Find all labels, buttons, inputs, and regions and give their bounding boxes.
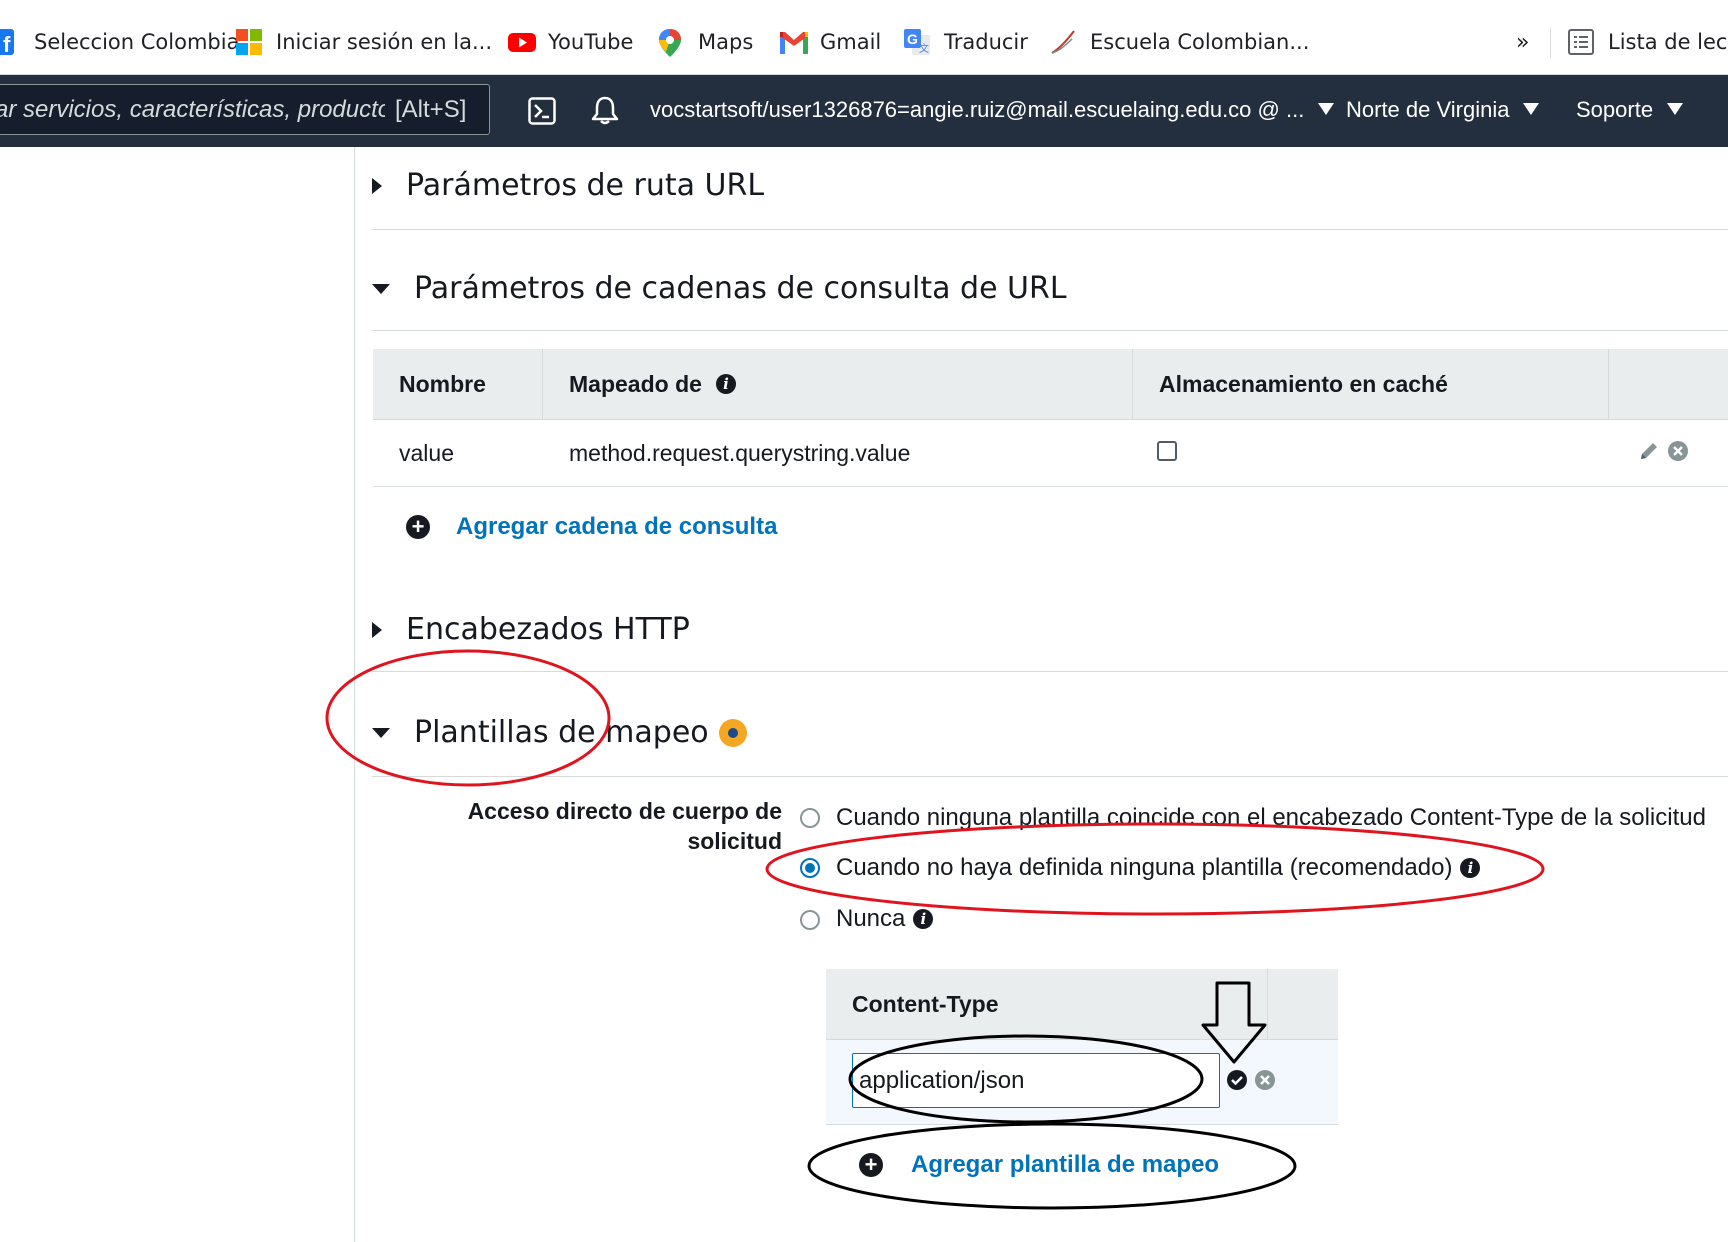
divider — [372, 671, 1728, 672]
maps-icon — [658, 29, 684, 57]
divider — [372, 229, 1728, 230]
bookmark-gmail[interactable]: Gmail — [780, 20, 881, 64]
add-query-string-button[interactable]: + Agregar cadena de consulta — [406, 513, 777, 541]
info-icon[interactable]: i — [913, 909, 934, 929]
radio-when-no-match[interactable] — [800, 808, 820, 828]
microsoft-icon — [236, 29, 262, 55]
column-header-name: Nombre — [373, 349, 543, 419]
left-panel-divider — [354, 147, 355, 1242]
query-param-name: value — [399, 439, 454, 466]
confirm-check-icon[interactable] — [1226, 1069, 1248, 1096]
status-dot-icon — [718, 718, 747, 747]
info-icon[interactable]: i — [715, 374, 736, 394]
bookmark-iniciar-sesion[interactable]: Iniciar sesión en la... — [236, 20, 492, 64]
bookmarks-divider — [1550, 28, 1551, 58]
radio-label-never: Nunca i — [836, 905, 934, 933]
caret-down-icon — [1667, 103, 1684, 115]
section-path-params[interactable]: Parámetros de ruta URL — [372, 168, 764, 203]
account-menu[interactable]: vocstartsoft/user1326876=angie.ruiz@mail… — [650, 97, 1335, 123]
translate-icon: G文 — [904, 29, 930, 55]
region-menu[interactable]: Norte de Virginia — [1346, 97, 1540, 123]
bookmark-escuela[interactable]: Escuela Colombian... — [1050, 20, 1309, 64]
add-icon: + — [406, 515, 430, 539]
pencil-icon[interactable] — [1638, 440, 1660, 467]
passthrough-label: Acceso directo de cuerpo de solicitud — [467, 798, 782, 854]
radio-label-when-no-templates: Cuando no haya definida ninguna plantill… — [836, 854, 1481, 882]
bookmarks-bar: f Seleccion Colombia Iniciar sesión en l… — [0, 0, 1728, 75]
search-shortcut: [Alt+S] — [395, 95, 467, 123]
content-type-input[interactable] — [852, 1053, 1220, 1108]
column-header-caching: Almacenamiento en caché — [1133, 349, 1609, 419]
column-header-mapped-from: Mapeado de i — [543, 349, 1133, 419]
bookmark-youtube[interactable]: YouTube — [508, 20, 633, 64]
section-http-headers[interactable]: Encabezados HTTP — [372, 612, 690, 647]
expand-right-icon — [372, 177, 382, 194]
svg-text:文: 文 — [919, 42, 929, 55]
svg-text:G: G — [907, 31, 918, 47]
cancel-icon[interactable] — [1254, 1069, 1276, 1096]
gmail-icon — [780, 29, 808, 55]
caret-down-icon — [1523, 103, 1540, 115]
cloudshell-icon[interactable] — [528, 97, 556, 130]
section-query-params[interactable]: Parámetros de cadenas de consulta de URL — [372, 271, 1067, 306]
add-icon: + — [859, 1153, 883, 1177]
bookmark-traducir[interactable]: G文 Traducir — [904, 20, 1028, 64]
facebook-icon: f — [0, 29, 20, 57]
radio-never[interactable] — [800, 910, 820, 930]
query-param-mapped-from: method.request.querystring.value — [569, 439, 911, 466]
youtube-icon — [508, 29, 536, 55]
info-icon[interactable]: i — [1460, 858, 1481, 878]
bookmark-maps[interactable]: Maps — [658, 20, 753, 64]
expand-right-icon — [372, 621, 382, 638]
collapse-down-icon — [372, 283, 390, 294]
remove-icon[interactable] — [1667, 440, 1689, 467]
column-header-content-type: Content-Type — [826, 969, 1268, 1039]
support-menu[interactable]: Soporte — [1576, 97, 1684, 123]
add-mapping-template-button[interactable]: + Agregar plantilla de mapeo — [859, 1151, 1219, 1179]
bell-icon[interactable] — [590, 95, 620, 130]
section-mapping-templates[interactable]: Plantillas de mapeo — [372, 715, 747, 750]
aws-top-nav: [Alt+S] vocstartsoft/user1326876=angie.r… — [0, 75, 1728, 147]
bookmarks-overflow-button[interactable]: » — [1516, 20, 1529, 64]
caching-checkbox[interactable] — [1157, 441, 1177, 461]
divider — [372, 776, 1728, 777]
service-search[interactable]: [Alt+S] — [0, 84, 490, 135]
collapse-down-icon — [372, 727, 390, 738]
caret-down-icon — [1318, 103, 1335, 115]
svg-text:f: f — [3, 32, 11, 55]
reading-list-icon — [1568, 29, 1594, 55]
reading-list-button[interactable]: Lista de lectu — [1568, 20, 1728, 64]
divider — [372, 330, 1728, 331]
search-input[interactable] — [0, 95, 385, 124]
escuela-icon — [1050, 29, 1076, 55]
radio-label-when-no-match: Cuando ninguna plantilla coincide con el… — [836, 804, 1706, 831]
bookmark-seleccion-colombia[interactable]: f Seleccion Colombia — [0, 20, 239, 64]
radio-when-no-templates[interactable] — [800, 858, 820, 878]
